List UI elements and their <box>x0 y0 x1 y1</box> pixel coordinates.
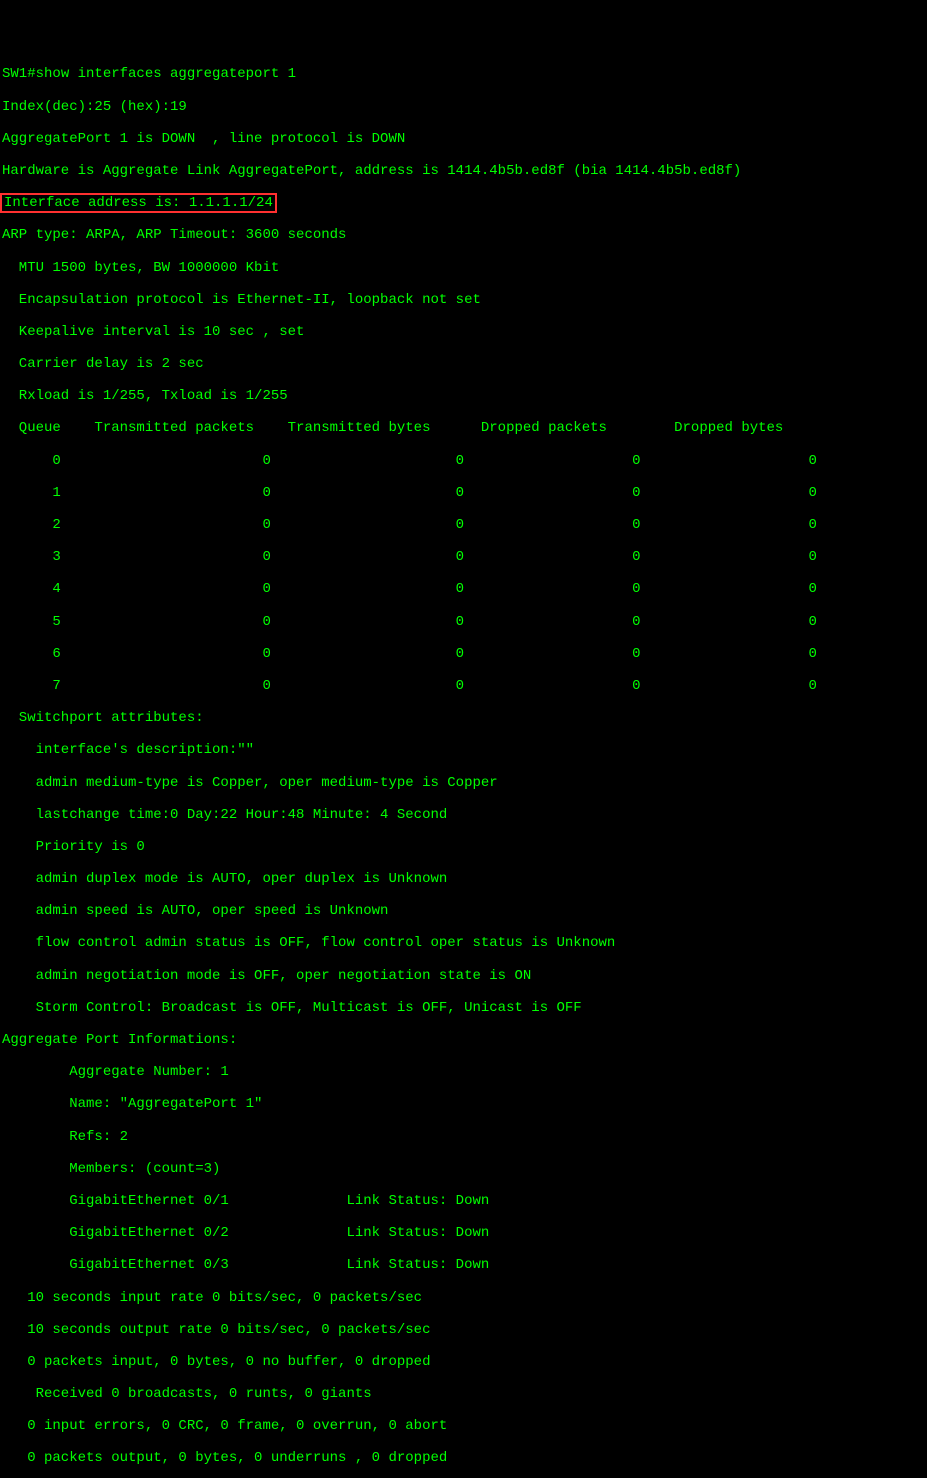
queue-row-6: 6 0 0 0 0 <box>2 646 925 662</box>
output-encap: Encapsulation protocol is Ethernet-II, l… <box>2 292 925 308</box>
output-iface-addr-wrapper: Interface address is: 1.1.1.1/24 <box>2 195 925 211</box>
packets-input: 0 packets input, 0 bytes, 0 no buffer, 0… <box>2 1354 925 1370</box>
switchport-desc: interface's description:"" <box>2 742 925 758</box>
aggregate-refs: Refs: 2 <box>2 1129 925 1145</box>
aggregate-header: Aggregate Port Informations: <box>2 1032 925 1048</box>
switchport-priority: Priority is 0 <box>2 839 925 855</box>
switchport-speed: admin speed is AUTO, oper speed is Unkno… <box>2 903 925 919</box>
switchport-header: Switchport attributes: <box>2 710 925 726</box>
output-load: Rxload is 1/255, Txload is 1/255 <box>2 388 925 404</box>
queue-row-0: 0 0 0 0 0 <box>2 453 925 469</box>
aggregate-number: Aggregate Number: 1 <box>2 1064 925 1080</box>
output-arp: ARP type: ARPA, ARP Timeout: 3600 second… <box>2 227 925 243</box>
output-keepalive: Keepalive interval is 10 sec , set <box>2 324 925 340</box>
highlighted-interface-address: Interface address is: 1.1.1.1/24 <box>0 193 277 213</box>
packets-output: 0 packets output, 0 bytes, 0 underruns ,… <box>2 1450 925 1466</box>
output-index: Index(dec):25 (hex):19 <box>2 99 925 115</box>
switchport-flowctrl: flow control admin status is OFF, flow c… <box>2 935 925 951</box>
aggregate-members: Members: (count=3) <box>2 1161 925 1177</box>
queue-row-2: 2 0 0 0 0 <box>2 517 925 533</box>
queue-row-5: 5 0 0 0 0 <box>2 614 925 630</box>
switchport-negotiation: admin negotiation mode is OFF, oper nego… <box>2 968 925 984</box>
command-text: show interfaces aggregateport 1 <box>36 66 296 82</box>
input-errors: 0 input errors, 0 CRC, 0 frame, 0 overru… <box>2 1418 925 1434</box>
member-3: GigabitEthernet 0/3 Link Status: Down <box>2 1257 925 1273</box>
queue-row-3: 3 0 0 0 0 <box>2 549 925 565</box>
switchport-lastchange: lastchange time:0 Day:22 Hour:48 Minute:… <box>2 807 925 823</box>
output-carrier: Carrier delay is 2 sec <box>2 356 925 372</box>
input-rate: 10 seconds input rate 0 bits/sec, 0 pack… <box>2 1290 925 1306</box>
queue-row-7: 7 0 0 0 0 <box>2 678 925 694</box>
switchport-duplex: admin duplex mode is AUTO, oper duplex i… <box>2 871 925 887</box>
prompt: SW1# <box>2 66 36 82</box>
switchport-storm: Storm Control: Broadcast is OFF, Multica… <box>2 1000 925 1016</box>
output-hardware: Hardware is Aggregate Link AggregatePort… <box>2 163 925 179</box>
queue-row-1: 1 0 0 0 0 <box>2 485 925 501</box>
queue-row-4: 4 0 0 0 0 <box>2 581 925 597</box>
member-1: GigabitEthernet 0/1 Link Status: Down <box>2 1193 925 1209</box>
output-mtu: MTU 1500 bytes, BW 1000000 Kbit <box>2 260 925 276</box>
queue-header: Queue Transmitted packets Transmitted by… <box>2 420 925 436</box>
member-2: GigabitEthernet 0/2 Link Status: Down <box>2 1225 925 1241</box>
received: Received 0 broadcasts, 0 runts, 0 giants <box>2 1386 925 1402</box>
command-line[interactable]: SW1#show interfaces aggregateport 1 <box>2 66 925 82</box>
aggregate-name: Name: "AggregatePort 1" <box>2 1096 925 1112</box>
switchport-medium: admin medium-type is Copper, oper medium… <box>2 775 925 791</box>
output-status: AggregatePort 1 is DOWN , line protocol … <box>2 131 925 147</box>
output-rate: 10 seconds output rate 0 bits/sec, 0 pac… <box>2 1322 925 1338</box>
